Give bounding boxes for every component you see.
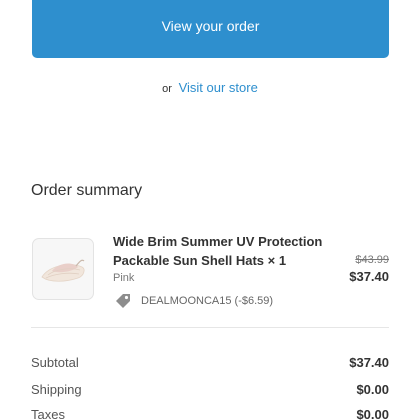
shipping-value: $0.00 [356,382,389,397]
item-price: $37.40 [349,269,389,284]
taxes-value: $0.00 [356,407,389,420]
shipping-row: Shipping $0.00 [31,382,389,397]
summary-divider [31,327,389,328]
compare-at-price: $43.99 [355,254,389,266]
visit-store-line: or Visit our store [0,80,420,95]
subtotal-label: Subtotal [31,355,79,370]
discount-tag-icon [113,291,133,311]
sun-hat-image [41,259,85,282]
taxes-label: Taxes [31,407,65,420]
order-status-page: View your order or Visit our store Order… [0,0,420,420]
discount-applied: DEALMOONCA15 (-$6.59) [113,291,273,311]
or-text: or [162,83,172,95]
taxes-row: Taxes $0.00 [31,407,389,420]
product-variant: Pink [113,272,135,284]
subtotal-value: $37.40 [349,355,389,370]
order-summary-title: Order summary [31,182,143,199]
subtotal-row: Subtotal $37.40 [31,355,389,370]
discount-code: DEALMOONCA15 (-$6.59) [141,295,274,307]
shipping-label: Shipping [31,382,82,397]
product-name: Wide Brim Summer UV Protection Packable … [113,234,323,268]
view-order-button[interactable]: View your order [32,0,389,58]
visit-store-link[interactable]: Visit our store [179,80,258,95]
product-thumbnail[interactable] [32,238,94,300]
